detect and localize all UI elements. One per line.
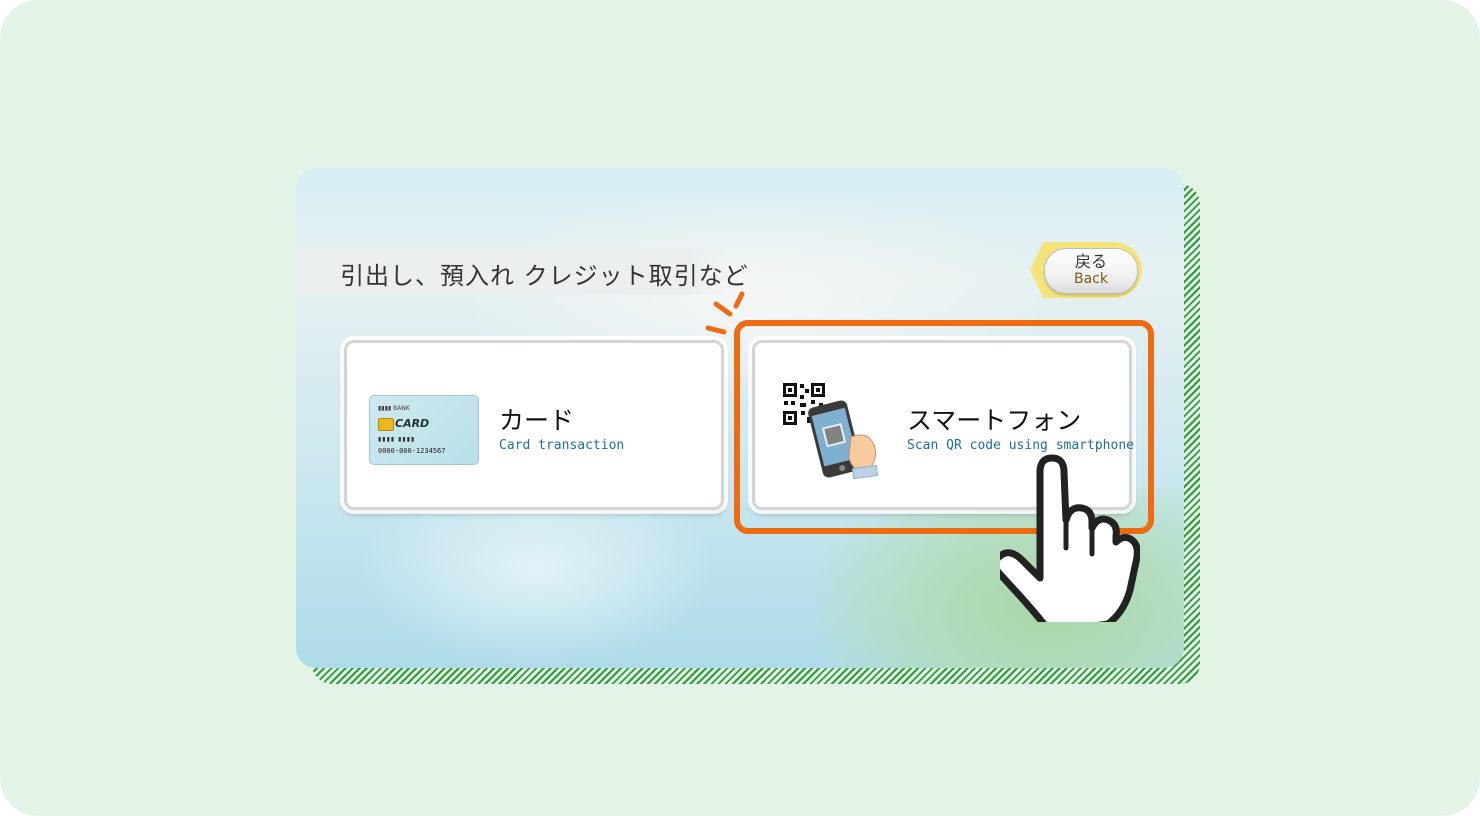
- pointing-hand-icon: [1000, 454, 1140, 622]
- card-transaction-button[interactable]: ▮▮▮▮ BANK CARD ▮▮▮▮ ▮▮▮▮ 0000-000-123456…: [344, 340, 724, 510]
- back-button[interactable]: 戻る Back: [1044, 248, 1138, 294]
- back-label-en: Back: [1074, 271, 1108, 287]
- card-option-sublabel: Card transaction: [499, 438, 625, 453]
- page-title: 引出し、預入れ クレジット取引など: [340, 262, 749, 290]
- card-option-label: カード: [499, 406, 575, 435]
- credit-card-icon: ▮▮▮▮ BANK CARD ▮▮▮▮ ▮▮▮▮ 0000-000-123456…: [369, 395, 479, 465]
- card-chip-icon: [378, 418, 394, 431]
- back-button-frame: 戻る Back: [1030, 242, 1142, 298]
- attention-sparks-icon: [705, 291, 745, 335]
- back-label-jp: 戻る: [1074, 252, 1107, 271]
